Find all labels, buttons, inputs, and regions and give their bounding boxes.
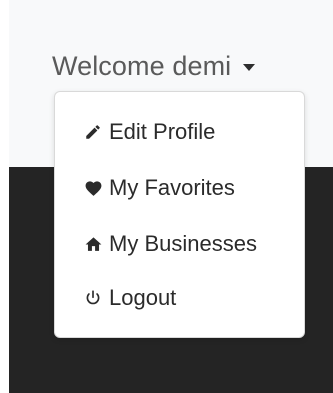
- menu-item-label: Edit Profile: [109, 119, 216, 144]
- heart-icon: [83, 178, 103, 198]
- menu-item-edit-profile[interactable]: Edit Profile: [83, 116, 215, 148]
- menu-item-logout[interactable]: Logout: [83, 282, 176, 314]
- menu-item-label: Logout: [109, 285, 177, 310]
- menu-item-my-businesses[interactable]: My Businesses: [83, 228, 257, 260]
- pencil-icon: [83, 122, 103, 142]
- power-icon: [83, 288, 103, 308]
- menu-item-label: My Favorites: [109, 175, 235, 200]
- menu-item-label: My Businesses: [109, 231, 257, 256]
- menu-item-my-favorites[interactable]: My Favorites: [83, 172, 235, 204]
- user-dropdown-menu: Edit Profile My Favorites My Businesses …: [54, 91, 305, 338]
- user-menu-toggle[interactable]: Welcome demi: [52, 50, 256, 82]
- home-icon: [83, 234, 103, 254]
- caret-down-icon: [243, 63, 256, 71]
- welcome-label: Welcome demi: [52, 50, 232, 81]
